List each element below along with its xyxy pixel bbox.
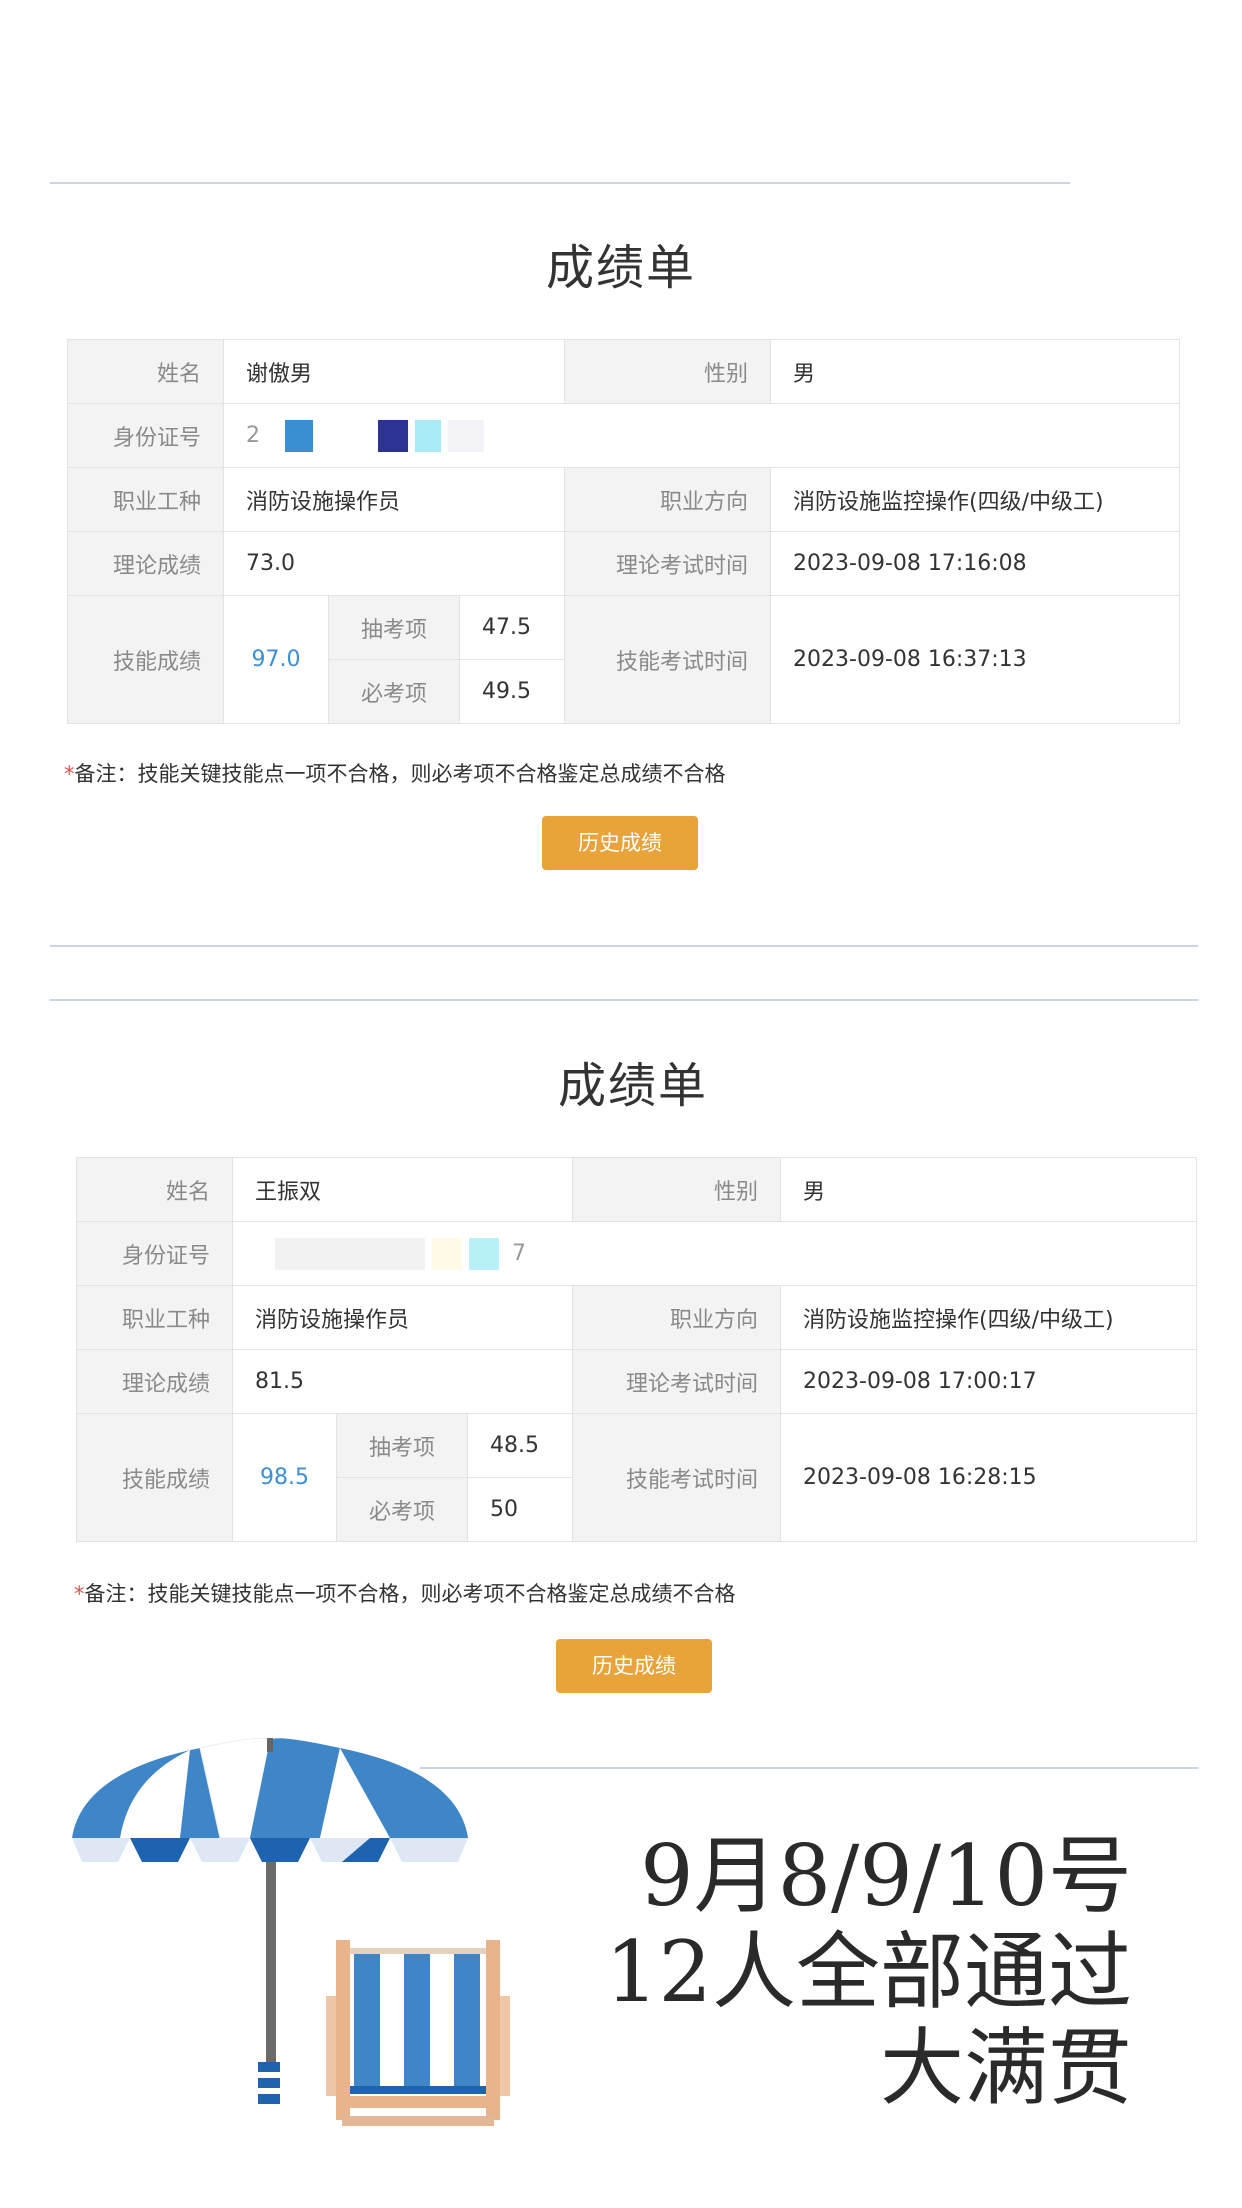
score-note: *备注：技能关键技能点一项不合格，则必考项不合格鉴定总成绩不合格 — [74, 1578, 736, 1608]
name-value: 谢傲男 — [222, 339, 566, 404]
random-item-score: 48.5 — [466, 1413, 574, 1478]
theory-time-label: 理论考试时间 — [572, 1349, 782, 1414]
skill-score-label: 技能成绩 — [67, 595, 224, 724]
gender-value: 男 — [770, 339, 1181, 404]
theory-time-value: 2023-09-08 17:00:17 — [780, 1349, 1198, 1414]
id-number-value: 2 — [222, 403, 1181, 468]
page-title: 成绩单 — [545, 240, 696, 296]
required-item-label: 必考项 — [336, 1477, 468, 1542]
skill-score-value: 97.0 — [223, 595, 329, 724]
name-label: 姓名 — [67, 339, 224, 404]
theory-score-label: 理论成绩 — [76, 1349, 233, 1414]
divider-line — [50, 182, 1070, 184]
skill-score-label: 技能成绩 — [76, 1413, 233, 1542]
redaction-block — [432, 1237, 462, 1270]
slogan-line-3: 大满贯 — [879, 2019, 1132, 2117]
redaction-block — [285, 419, 313, 452]
occupation-label: 职业工种 — [76, 1285, 233, 1350]
id-number-label: 身份证号 — [67, 403, 224, 468]
direction-value: 消防设施监控操作(四级/中级工) — [780, 1285, 1198, 1350]
redaction-block — [469, 1237, 499, 1270]
required-item-score: 50 — [466, 1477, 574, 1542]
divider-line — [50, 945, 1198, 947]
skill-time-value: 2023-09-08 16:28:15 — [780, 1413, 1198, 1542]
occupation-label: 职业工种 — [67, 467, 224, 532]
divider-line — [420, 1767, 1198, 1769]
skill-time-label: 技能考试时间 — [564, 595, 772, 724]
required-asterisk: * — [74, 1582, 85, 1606]
direction-label: 职业方向 — [572, 1285, 782, 1350]
direction-value: 消防设施监控操作(四级/中级工) — [770, 467, 1181, 532]
name-label: 姓名 — [76, 1157, 233, 1222]
random-item-label: 抽考项 — [336, 1413, 468, 1478]
id-number-visible-char: 7 — [512, 1240, 526, 1266]
skill-time-label: 技能考试时间 — [572, 1413, 782, 1542]
history-scores-button[interactable]: 历史成绩 — [542, 816, 698, 870]
score-table: 姓名 谢傲男 性别 男 身份证号 2 职业工种 消防设施操作员 职业方向 消防设… — [67, 339, 1181, 724]
id-number-value: 7 — [231, 1221, 1198, 1286]
redaction-block — [378, 419, 408, 452]
theory-time-value: 2023-09-08 17:16:08 — [770, 531, 1181, 596]
gender-label: 性别 — [572, 1157, 782, 1222]
required-asterisk: * — [64, 762, 75, 786]
required-item-score: 49.5 — [458, 659, 566, 724]
note-text: 备注：技能关键技能点一项不合格，则必考项不合格鉴定总成绩不合格 — [74, 762, 726, 786]
slogan: 9月8/9/10号 12人全部通过 大满贯 — [605, 1828, 1132, 2116]
random-item-score: 47.5 — [458, 595, 566, 660]
id-number-label: 身份证号 — [76, 1221, 233, 1286]
redaction-blur — [275, 1237, 425, 1270]
history-scores-button[interactable]: 历史成绩 — [556, 1639, 712, 1693]
slogan-line-2: 12人全部通过 — [605, 1923, 1132, 2021]
page-title: 成绩单 — [557, 1058, 708, 1114]
skill-score-value: 98.5 — [232, 1413, 337, 1542]
required-item-label: 必考项 — [328, 659, 460, 724]
direction-label: 职业方向 — [564, 467, 772, 532]
gender-label: 性别 — [564, 339, 772, 404]
divider-line — [50, 999, 1198, 1001]
redaction-blur — [448, 419, 484, 452]
occupation-value: 消防设施操作员 — [222, 467, 566, 532]
occupation-value: 消防设施操作员 — [231, 1285, 574, 1350]
random-item-label: 抽考项 — [328, 595, 460, 660]
name-value: 王振双 — [231, 1157, 574, 1222]
redaction-block — [415, 419, 441, 452]
score-note: *备注：技能关键技能点一项不合格，则必考项不合格鉴定总成绩不合格 — [64, 758, 726, 788]
score-table: 姓名 王振双 性别 男 身份证号 7 职业工种 消防设施操作员 职业方向 消防设… — [76, 1157, 1198, 1542]
theory-score-value: 81.5 — [231, 1349, 574, 1414]
theory-time-label: 理论考试时间 — [564, 531, 772, 596]
id-number-visible-char: 2 — [246, 422, 260, 448]
gender-value: 男 — [780, 1157, 1198, 1222]
theory-score-value: 73.0 — [222, 531, 566, 596]
skill-time-value: 2023-09-08 16:37:13 — [770, 595, 1181, 724]
note-text: 备注：技能关键技能点一项不合格，则必考项不合格鉴定总成绩不合格 — [84, 1582, 736, 1606]
beach-chair-icon — [326, 1940, 510, 2126]
slogan-line-1: 9月8/9/10号 — [640, 1827, 1132, 1925]
theory-score-label: 理论成绩 — [67, 531, 224, 596]
